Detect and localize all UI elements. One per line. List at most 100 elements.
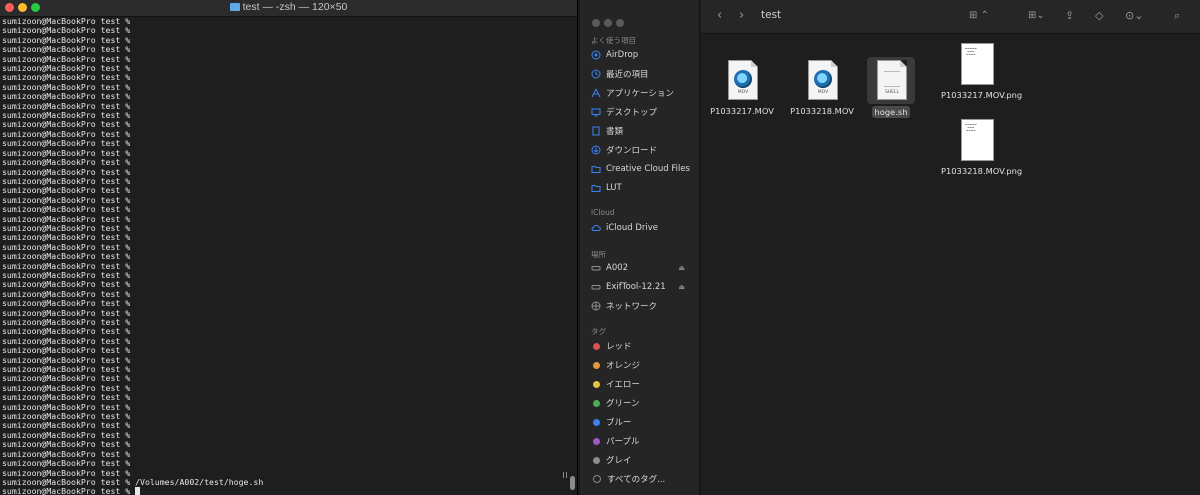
sidebar-item[interactable]: 最近の項目 — [591, 67, 695, 81]
sidebar-item-label: デスクトップ — [606, 108, 658, 118]
minimize-button[interactable] — [604, 19, 612, 27]
tag-dot-icon — [593, 456, 600, 464]
close-button[interactable] — [592, 19, 600, 27]
download-icon — [591, 145, 601, 155]
sidebar-section-favorites: よく使う項目 — [591, 36, 636, 45]
folder-icon — [229, 3, 240, 11]
zoom-button[interactable] — [616, 19, 624, 27]
document-icon — [591, 126, 601, 136]
eject-icon[interactable]: ⏏ — [678, 283, 685, 291]
sidebar-item-label: ExifTool-12.21 — [606, 282, 666, 292]
sidebar-item-label: 最近の項目 — [606, 70, 649, 80]
tag-dot-icon — [593, 380, 600, 388]
png-file-icon: ▬▬▬▬▬ ▬▬▬ ▬▬▬▬ — [961, 119, 994, 161]
sidebar-item[interactable]: ネットワーク — [591, 299, 695, 313]
sidebar-item-label: すべてのタグ... — [607, 475, 666, 485]
sidebar-item-label: A002 — [606, 263, 629, 273]
sidebar-item-creative-cloud-files[interactable]: Creative Cloud Files — [591, 162, 695, 176]
airdrop-icon — [591, 50, 601, 60]
sidebar-item-label: イエロー — [606, 380, 640, 390]
eject-icon[interactable]: ⏏ — [678, 264, 685, 272]
sidebar-item-icloud-drive[interactable]: iCloud Drive — [591, 221, 695, 235]
sidebar-item-label: Creative Cloud Files — [606, 164, 690, 174]
folder-icon — [591, 183, 601, 193]
sidebar-item[interactable]: すべてのタグ... — [591, 472, 695, 486]
tag-dot-icon — [593, 342, 600, 350]
shell-script-icon: SHELL — [877, 60, 907, 100]
sidebar-item-label: ブルー — [606, 418, 632, 428]
tag-icon[interactable]: ◇ — [1095, 9, 1103, 22]
sidebar-item-label: グリーン — [606, 399, 640, 409]
sidebar-item[interactable]: ブルー — [591, 415, 695, 429]
drive-icon — [591, 282, 601, 292]
view-grid-icon[interactable]: ⊞ ⌃ — [969, 10, 989, 21]
sidebar-section-locations: 場所 — [591, 250, 606, 259]
sidebar-item[interactable]: グレイ — [591, 453, 695, 467]
finder-window[interactable]: よく使う項目 AirDrop 最近の項目アプリケーション デスクトップ 書類ダウンロー… — [580, 0, 1200, 495]
mov-file-icon: MOV — [808, 60, 838, 100]
tag-dot-icon — [593, 418, 600, 426]
search-icon[interactable]: ⌕ — [1174, 9, 1180, 23]
prompt-text: sumizoon@MacBookPro test % — [2, 486, 131, 495]
finder-toolbar: ‹ › test ⊞ ⌃ ⊞⌄ ⇪ ◇ ⊙⌄ ⌕ — [701, 0, 1200, 34]
file-name: P1033218.MOV.png — [941, 166, 1023, 176]
file-name: P1033217.MOV.png — [941, 90, 1023, 100]
cloud-icon — [591, 223, 601, 233]
all-tags-icon — [593, 475, 601, 483]
sidebar-item[interactable]: イエロー — [591, 377, 695, 391]
sidebar-item-a002[interactable]: A002 ⏏ — [591, 261, 695, 275]
sidebar-item-label: ネットワーク — [606, 302, 658, 312]
sidebar-item[interactable]: オレンジ — [591, 358, 695, 372]
group-icon[interactable]: ⊞⌄ — [1028, 10, 1045, 21]
folder-icon — [591, 164, 601, 174]
sidebar-item[interactable]: ダウンロード — [591, 143, 695, 157]
terminal-scrollbar[interactable] — [570, 476, 575, 490]
back-chevron-icon[interactable]: ‹ — [717, 8, 722, 23]
sidebar-item[interactable]: グリーン — [591, 396, 695, 410]
sidebar-item-label: AirDrop — [606, 50, 639, 60]
tag-dot-icon — [593, 437, 600, 445]
terminal-title: test — -zsh — 120×50 — [0, 1, 577, 13]
text-caret-icon — [563, 472, 567, 478]
clock-icon — [591, 69, 601, 79]
sidebar-item-label: アプリケーション — [606, 89, 674, 99]
sidebar-item-label: iCloud Drive — [606, 223, 659, 233]
sidebar-item-label: パープル — [606, 437, 640, 447]
folder-title: test — [761, 9, 782, 21]
action-menu-icon[interactable]: ⊙⌄ — [1125, 9, 1143, 22]
terminal-current-prompt: sumizoon@MacBookPro test % — [2, 487, 563, 495]
applications-icon — [591, 88, 601, 98]
sidebar-item[interactable]: アプリケーション — [591, 86, 695, 100]
sidebar-item[interactable]: レッド — [591, 339, 695, 353]
cursor-block — [135, 487, 141, 495]
terminal-titlebar[interactable]: test — -zsh — 120×50 — [0, 0, 577, 17]
network-icon — [591, 301, 601, 311]
tag-dot-icon — [593, 399, 600, 407]
mov-file-icon: MOV — [728, 60, 758, 100]
file-name: P1033218.MOV — [790, 106, 854, 116]
terminal-window[interactable]: test — -zsh — 120×50 sumizoon@MacBookPro… — [0, 0, 578, 495]
file-name: hoge.sh — [871, 106, 911, 118]
sidebar-item-label: ダウンロード — [606, 146, 658, 156]
tag-dot-icon — [593, 361, 600, 369]
sidebar-item-lut[interactable]: LUT — [591, 181, 695, 195]
file-area[interactable]: MOV P1033217.MOV MOV P1033218.MOV SHELL … — [701, 34, 1200, 495]
sidebar-item-exiftool-12-21[interactable]: ExifTool-12.21 ⏏ — [591, 280, 695, 294]
png-file-icon: ▬▬▬▬▬ ▬▬▬ ▬▬▬▬ — [961, 43, 994, 85]
drive-icon — [591, 263, 601, 273]
sidebar-item[interactable]: デスクトップ — [591, 105, 695, 119]
terminal-output[interactable]: sumizoon@MacBookPro test % sumizoon@MacBo… — [2, 16, 563, 495]
window-controls — [592, 12, 628, 31]
sidebar-item-airdrop[interactable]: AirDrop — [591, 48, 695, 62]
forward-chevron-icon[interactable]: › — [739, 8, 744, 23]
sidebar-item[interactable]: 書類 — [591, 124, 695, 138]
sidebar-item-label: グレイ — [606, 456, 632, 466]
sidebar-item[interactable]: パープル — [591, 434, 695, 448]
sidebar-section-tags: タグ — [591, 327, 606, 336]
sidebar-item-label: レッド — [606, 342, 632, 352]
sidebar-item-label: 書類 — [606, 127, 624, 137]
share-icon[interactable]: ⇪ — [1065, 9, 1074, 22]
sidebar-item-label: LUT — [606, 183, 622, 193]
sidebar-section-icloud: iCloud — [591, 208, 615, 217]
file-name: P1033217.MOV — [710, 106, 774, 116]
